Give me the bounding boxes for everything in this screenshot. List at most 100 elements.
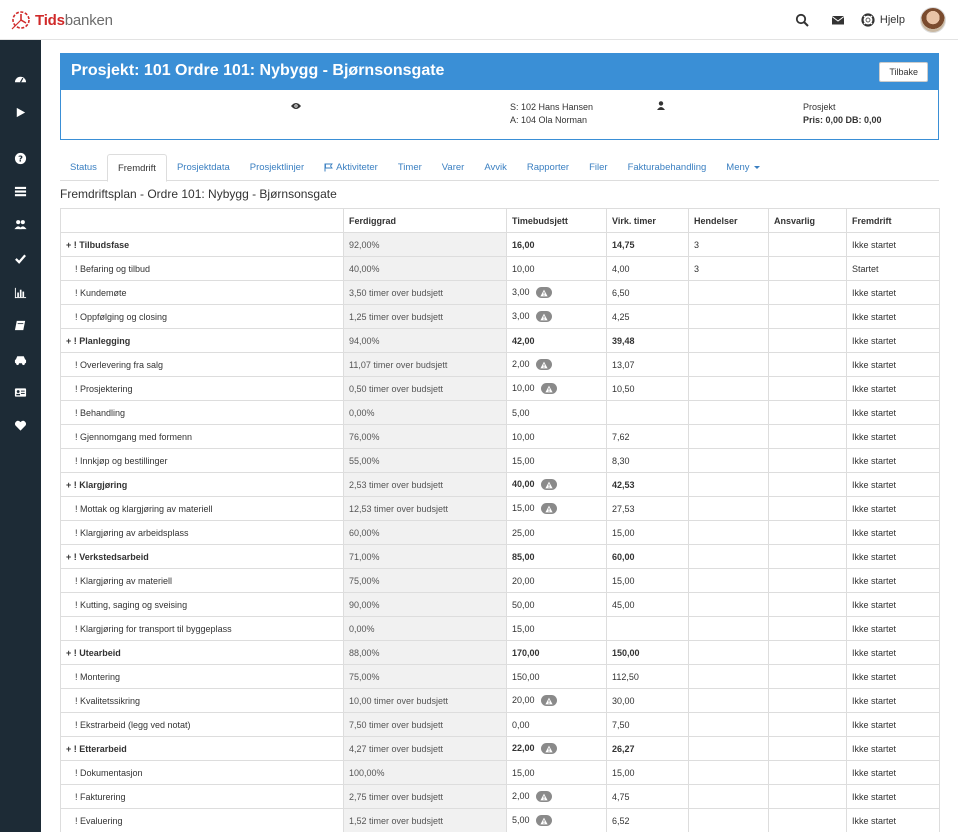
timebudsjett-cell[interactable]: 15,00	[506, 448, 607, 473]
fremdrift-cell[interactable]: Ikke startet	[846, 424, 940, 449]
table-row[interactable]: ! Klargjøring av materiell 75,00% 20,00 15,…	[60, 568, 940, 593]
help-link[interactable]: Hjelp	[861, 13, 905, 27]
timebudsjett-cell[interactable]: 5,00	[506, 400, 607, 425]
fremdrift-cell[interactable]: Startet	[846, 256, 940, 281]
tab-fremdrift[interactable]: Fremdrift	[106, 154, 167, 182]
activity-name[interactable]: + ! Etterarbeid	[60, 736, 344, 761]
back-button[interactable]: Tilbake	[879, 62, 928, 82]
ferdiggrad-cell[interactable]: 55,00%	[343, 448, 507, 473]
table-row[interactable]: ! Mottak og klargjøring av materiell 12,5…	[60, 496, 940, 521]
ferdiggrad-cell[interactable]: 94,00%	[343, 328, 507, 353]
tab-varer[interactable]: Varer	[432, 154, 475, 181]
fremdrift-cell[interactable]: Ikke startet	[846, 616, 940, 641]
fremdrift-cell[interactable]: Ikke startet	[846, 736, 940, 761]
timebudsjett-cell[interactable]: 20,00	[506, 568, 607, 593]
timebudsjett-cell[interactable]: 3,00	[506, 304, 607, 329]
activity-name[interactable]: ! Oppfølging og closing	[60, 304, 344, 329]
timebudsjett-cell[interactable]: 16,00	[506, 232, 607, 257]
car-icon[interactable]	[0, 347, 41, 371]
timebudsjett-cell[interactable]: 3,00	[506, 280, 607, 305]
timebudsjett-cell[interactable]: 15,00	[506, 616, 607, 641]
tab-timer[interactable]: Timer	[388, 154, 432, 181]
activity-name[interactable]: ! Klargjøring av materiell	[60, 568, 344, 593]
table-row[interactable]: ! Befaring og tilbud 40,00% 10,00 4,00 3 Star…	[60, 256, 940, 281]
activity-name[interactable]: ! Prosjektering	[60, 376, 344, 401]
activity-name[interactable]: ! Gjennomgang med formenn	[60, 424, 344, 449]
id-card-icon[interactable]	[0, 380, 41, 404]
users-icon[interactable]	[0, 212, 41, 236]
table-row[interactable]: + ! Klargjøring 2,53 timer over budsjett 4…	[60, 472, 940, 497]
heart-icon[interactable]	[0, 413, 41, 437]
timebudsjett-cell[interactable]: 15,00	[506, 496, 607, 521]
search-icon[interactable]	[793, 11, 811, 29]
ferdiggrad-cell[interactable]: 92,00%	[343, 232, 507, 257]
activity-name[interactable]: ! Fakturering	[60, 784, 344, 809]
ferdiggrad-cell[interactable]: 1,52 timer over budsjett	[343, 808, 507, 832]
timebudsjett-cell[interactable]: 85,00	[506, 544, 607, 569]
ferdiggrad-cell[interactable]: 0,00%	[343, 616, 507, 641]
ferdiggrad-cell[interactable]: 75,00%	[343, 568, 507, 593]
ferdiggrad-cell[interactable]: 88,00%	[343, 640, 507, 665]
list-icon[interactable]	[0, 179, 41, 203]
activity-name[interactable]: + ! Tilbudsfase	[60, 232, 344, 257]
fremdrift-cell[interactable]: Ikke startet	[846, 280, 940, 305]
activity-name[interactable]: ! Overlevering fra salg	[60, 352, 344, 377]
ferdiggrad-cell[interactable]: 0,50 timer over budsjett	[343, 376, 507, 401]
table-row[interactable]: + ! Tilbudsfase 92,00% 16,00 14,75 3 Ikke sta…	[60, 232, 940, 257]
activity-name[interactable]: ! Montering	[60, 664, 344, 689]
table-row[interactable]: ! Montering 75,00% 150,00 112,50 Ikke starte…	[60, 664, 940, 689]
table-row[interactable]: ! Behandling 0,00% 5,00 Ikke startet	[60, 400, 940, 425]
timebudsjett-cell[interactable]: 40,00	[506, 472, 607, 497]
fremdrift-cell[interactable]: Ikke startet	[846, 376, 940, 401]
ferdiggrad-cell[interactable]: 4,27 timer over budsjett	[343, 736, 507, 761]
activity-name[interactable]: + ! Klargjøring	[60, 472, 344, 497]
ferdiggrad-cell[interactable]: 60,00%	[343, 520, 507, 545]
fremdrift-cell[interactable]: Ikke startet	[846, 496, 940, 521]
activity-name[interactable]: + ! Planlegging	[60, 328, 344, 353]
fremdrift-cell[interactable]: Ikke startet	[846, 688, 940, 713]
fremdrift-cell[interactable]: Ikke startet	[846, 520, 940, 545]
table-row[interactable]: ! Kutting, saging og sveising 90,00% 50,00…	[60, 592, 940, 617]
fremdrift-cell[interactable]: Ikke startet	[846, 352, 940, 377]
tab-avvik[interactable]: Avvik	[474, 154, 517, 181]
timebudsjett-cell[interactable]: 10,00	[506, 424, 607, 449]
tab-filer[interactable]: Filer	[579, 154, 617, 181]
activity-name[interactable]: ! Innkjøp og bestillinger	[60, 448, 344, 473]
ferdiggrad-cell[interactable]: 100,00%	[343, 760, 507, 785]
timebudsjett-cell[interactable]: 0,00	[506, 712, 607, 737]
timebudsjett-cell[interactable]: 2,00	[506, 352, 607, 377]
activity-name[interactable]: ! Dokumentasjon	[60, 760, 344, 785]
timebudsjett-cell[interactable]: 10,00	[506, 376, 607, 401]
play-icon[interactable]	[0, 100, 41, 124]
dashboard-icon[interactable]	[0, 67, 41, 91]
fremdrift-cell[interactable]: Ikke startet	[846, 568, 940, 593]
question-icon[interactable]: ?	[0, 146, 41, 170]
ferdiggrad-cell[interactable]: 76,00%	[343, 424, 507, 449]
timebudsjett-cell[interactable]: 2,00	[506, 784, 607, 809]
envelope-icon[interactable]	[829, 11, 847, 29]
ferdiggrad-cell[interactable]: 0,00%	[343, 400, 507, 425]
fremdrift-cell[interactable]: Ikke startet	[846, 592, 940, 617]
ferdiggrad-cell[interactable]: 40,00%	[343, 256, 507, 281]
tab-meny[interactable]: Meny	[716, 154, 769, 181]
timebudsjett-cell[interactable]: 5,00	[506, 808, 607, 832]
tab-aktiviteter[interactable]: Aktiviteter	[314, 154, 388, 181]
timebudsjett-cell[interactable]: 50,00	[506, 592, 607, 617]
table-row[interactable]: ! Kvalitetssikring 10,00 timer over budsj…	[60, 688, 940, 713]
fremdrift-cell[interactable]: Ikke startet	[846, 640, 940, 665]
activity-name[interactable]: ! Mottak og klargjøring av materiell	[60, 496, 344, 521]
timebudsjett-cell[interactable]: 150,00	[506, 664, 607, 689]
brand-logo[interactable]: Tidsbanken	[10, 9, 113, 31]
table-row[interactable]: ! Innkjøp og bestillinger 55,00% 15,00 8,30…	[60, 448, 940, 473]
table-row[interactable]: ! Oppfølging og closing 1,25 timer over b…	[60, 304, 940, 329]
check-icon[interactable]	[0, 246, 41, 270]
activity-name[interactable]: ! Befaring og tilbud	[60, 256, 344, 281]
fremdrift-cell[interactable]: Ikke startet	[846, 448, 940, 473]
fremdrift-cell[interactable]: Ikke startet	[846, 328, 940, 353]
ferdiggrad-cell[interactable]: 12,53 timer over budsjett	[343, 496, 507, 521]
fremdrift-cell[interactable]: Ikke startet	[846, 712, 940, 737]
table-row[interactable]: ! Overlevering fra salg 11,07 timer over …	[60, 352, 940, 377]
timebudsjett-cell[interactable]: 20,00	[506, 688, 607, 713]
table-row[interactable]: + ! Verkstedsarbeid 71,00% 85,00 60,00 Ikke …	[60, 544, 940, 569]
timebudsjett-cell[interactable]: 170,00	[506, 640, 607, 665]
